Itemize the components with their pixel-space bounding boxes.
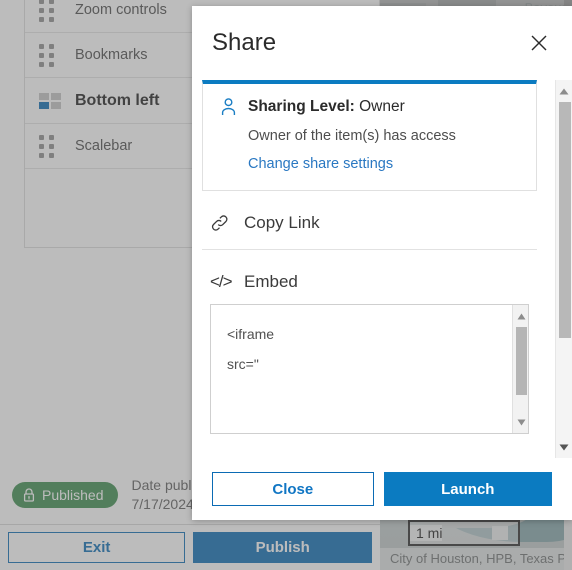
close-dialog-button[interactable]: Close xyxy=(212,472,374,506)
dialog-body: Sharing Level: Owner Owner of the item(s… xyxy=(192,80,572,458)
embed-scrollbar[interactable] xyxy=(512,305,528,433)
sharing-level-card: Sharing Level: Owner Owner of the item(s… xyxy=(202,80,537,191)
embed-scrollbar-thumb[interactable] xyxy=(516,327,527,395)
embed-code-box[interactable]: <iframe src=" " width="400" height="600" xyxy=(210,304,529,434)
link-icon xyxy=(211,215,228,231)
person-icon xyxy=(221,98,236,115)
sharing-description: Owner of the item(s) has access xyxy=(248,128,456,144)
dialog-header: Share xyxy=(192,6,572,80)
sharing-level-value: Owner xyxy=(359,98,405,115)
launch-button[interactable]: Launch xyxy=(383,472,552,506)
close-button[interactable] xyxy=(526,30,552,56)
copy-link-row[interactable]: Copy Link xyxy=(202,191,537,250)
dialog-title: Share xyxy=(212,29,277,56)
share-dialog: Share Sharing Level: Owner Owner of the … xyxy=(192,6,572,520)
embed-label: Embed xyxy=(244,272,298,291)
embed-scroll-down-icon[interactable] xyxy=(513,414,528,430)
embed-code-text[interactable]: <iframe src=" " width="400" height="600" xyxy=(211,305,528,433)
dialog-scroll-content: Sharing Level: Owner Owner of the item(s… xyxy=(192,80,555,458)
embed-scroll-up-icon[interactable] xyxy=(513,308,528,324)
dialog-scrollbar-thumb[interactable] xyxy=(559,102,571,338)
sharing-level-prefix: Sharing Level: xyxy=(248,98,355,115)
dialog-scroll-up-icon[interactable] xyxy=(556,83,572,99)
dialog-scroll-down-icon[interactable] xyxy=(556,439,572,455)
close-icon xyxy=(531,35,547,51)
embed-row[interactable]: </> Embed xyxy=(202,250,537,300)
screen: 1 mi City of Houston, HPB, Texas Parks B… xyxy=(0,0,572,570)
sharing-level-row: Sharing Level: Owner xyxy=(221,98,518,116)
change-share-settings-link[interactable]: Change share settings xyxy=(248,156,518,172)
sharing-level-text: Sharing Level: Owner xyxy=(248,98,405,116)
code-icon: </> xyxy=(210,272,233,291)
dialog-scrollbar[interactable] xyxy=(555,80,572,458)
copy-link-label: Copy Link xyxy=(244,213,320,232)
dialog-footer: Close Launch xyxy=(192,458,572,520)
